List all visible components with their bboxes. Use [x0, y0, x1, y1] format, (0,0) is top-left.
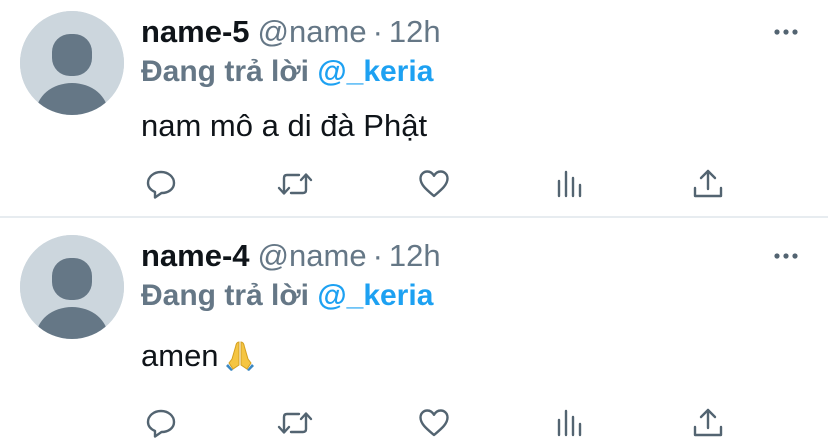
replying-to-line: Đang trả lời @_keria: [141, 277, 433, 315]
folded-hands-emoji: [225, 341, 254, 371]
replying-to-label: Đang trả lời: [141, 55, 310, 88]
more-button[interactable]: [772, 246, 800, 266]
share-button[interactable]: [688, 164, 728, 204]
reply-icon: [146, 409, 176, 438]
reply-feed: name-5 @name · 12h Đang trả lời @_keria nam…: [0, 0, 828, 445]
tweet-header: name-5 @name · 12h: [141, 12, 441, 52]
separator-dot: ·: [372, 238, 383, 273]
avatar[interactable]: [20, 235, 124, 339]
default-avatar-icon: [20, 235, 124, 339]
stats-button[interactable]: [550, 164, 590, 204]
user-handle[interactable]: @name: [258, 238, 367, 273]
tweet-text: amen: [141, 336, 257, 376]
avatar[interactable]: [20, 11, 124, 115]
retweet-icon: [277, 412, 313, 434]
reply-button[interactable]: [141, 403, 181, 443]
reply-button[interactable]: [141, 164, 181, 204]
share-button[interactable]: [688, 403, 728, 443]
more-horizontal-icon: [774, 253, 798, 259]
stats-icon: [557, 170, 582, 198]
retweet-icon: [277, 173, 313, 195]
reply-tweet[interactable]: name-5 @name · 12h Đang trả lời @_keria nam…: [0, 0, 828, 216]
display-name[interactable]: name-5: [141, 14, 250, 49]
action-bar: [141, 403, 741, 443]
stats-button[interactable]: [550, 403, 590, 443]
action-bar: [141, 164, 741, 204]
share-icon: [693, 408, 723, 437]
timestamp[interactable]: 12h: [389, 238, 441, 273]
more-button[interactable]: [772, 22, 800, 42]
like-button[interactable]: [414, 164, 454, 204]
share-icon: [693, 169, 723, 198]
heart-icon: [419, 409, 449, 437]
tweet-text: nam mô a di đà Phật: [141, 108, 428, 143]
heart-icon: [419, 170, 449, 198]
timestamp[interactable]: 12h: [389, 14, 441, 49]
replying-to-label: Đang trả lời: [141, 279, 310, 312]
default-avatar-icon: [20, 11, 124, 115]
tweet-header: name-4 @name · 12h: [141, 236, 441, 276]
reply-tweet[interactable]: name-4 @name · 12h Đang trả lời @_keria ame…: [0, 218, 828, 445]
separator-dot: ·: [372, 14, 383, 49]
retweet-button[interactable]: [275, 403, 315, 443]
like-button[interactable]: [414, 403, 454, 443]
reply-icon: [146, 170, 176, 199]
display-name[interactable]: name-4: [141, 238, 250, 273]
mention-link[interactable]: @_keria: [317, 55, 433, 88]
retweet-button[interactable]: [275, 164, 315, 204]
more-horizontal-icon: [774, 29, 798, 35]
mention-link[interactable]: @_keria: [317, 279, 433, 312]
replying-to-line: Đang trả lời @_keria: [141, 53, 433, 91]
user-handle[interactable]: @name: [258, 14, 367, 49]
stats-icon: [557, 409, 582, 437]
tweet-text-content: amen: [141, 338, 219, 373]
